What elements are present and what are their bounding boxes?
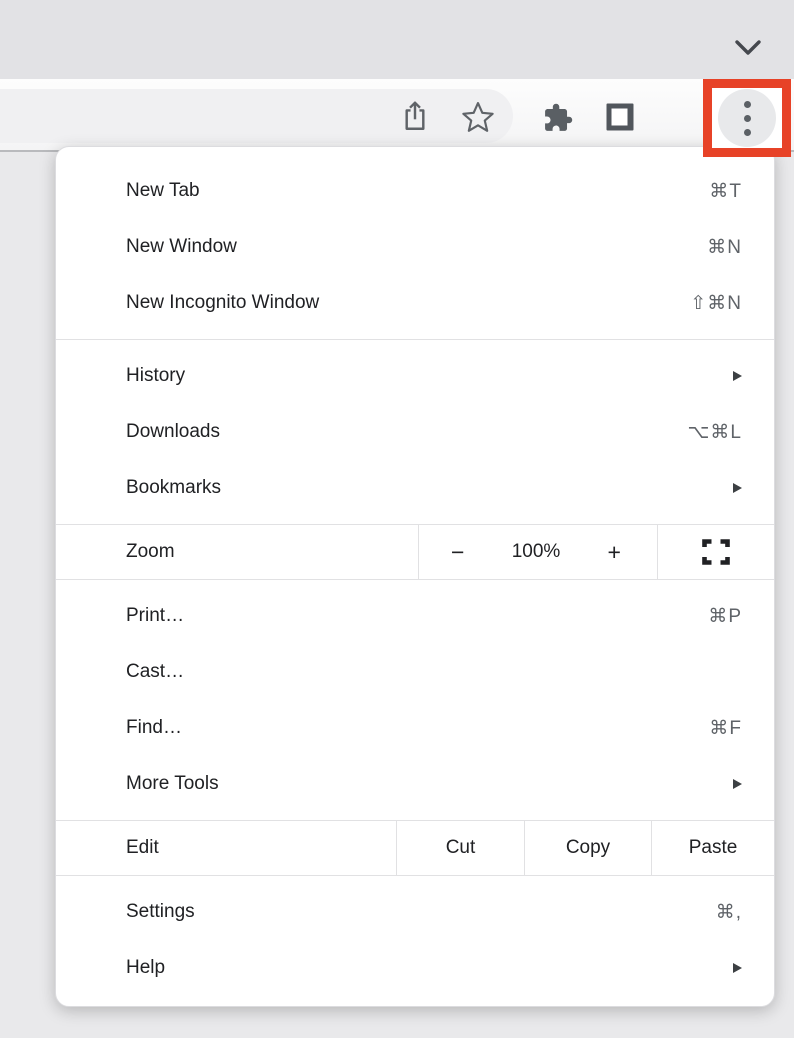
cut-button[interactable]: Cut bbox=[396, 821, 524, 875]
menu-item-label: Bookmarks bbox=[126, 477, 733, 499]
edit-label: Edit bbox=[126, 837, 159, 859]
menu-item-help[interactable]: Help bbox=[56, 940, 774, 996]
browser-toolbar bbox=[0, 79, 794, 152]
submenu-arrow-icon bbox=[733, 963, 742, 973]
zoom-label-cell: Zoom bbox=[56, 525, 418, 579]
fullscreen-icon bbox=[702, 539, 730, 565]
shortcut-label: ⌘, bbox=[716, 901, 742, 924]
menu-item-label: Find… bbox=[126, 717, 709, 739]
menu-item-more-tools[interactable]: More Tools bbox=[56, 756, 774, 812]
tab-strip bbox=[0, 0, 794, 79]
menu-item-new-incognito-window[interactable]: New Incognito Window ⇧⌘N bbox=[56, 275, 774, 331]
zoom-level-value: 100% bbox=[512, 541, 561, 563]
menu-item-label: Cast… bbox=[126, 661, 742, 683]
shortcut-label: ⇧⌘N bbox=[690, 292, 742, 315]
copy-button[interactable]: Copy bbox=[524, 821, 651, 875]
menu-item-label: More Tools bbox=[126, 773, 733, 795]
share-icon[interactable] bbox=[402, 101, 429, 132]
shortcut-label: ⌘F bbox=[709, 717, 742, 740]
menu-item-new-tab[interactable]: New Tab ⌘T bbox=[56, 163, 774, 219]
three-dot-menu-icon[interactable] bbox=[718, 89, 776, 147]
side-panel-icon[interactable] bbox=[607, 104, 634, 131]
menu-item-label: New Window bbox=[126, 236, 707, 258]
menu-item-print[interactable]: Print… ⌘P bbox=[56, 588, 774, 644]
menu-item-downloads[interactable]: Downloads ⌥⌘L bbox=[56, 404, 774, 460]
menu-item-label: Downloads bbox=[126, 421, 688, 443]
menu-item-label: New Incognito Window bbox=[126, 292, 690, 314]
menu-item-label: Settings bbox=[126, 901, 716, 923]
shortcut-label: ⌘N bbox=[707, 236, 742, 259]
menu-item-label: Print… bbox=[126, 605, 708, 627]
edit-label-cell: Edit bbox=[56, 821, 396, 875]
omnibox[interactable] bbox=[0, 89, 513, 143]
submenu-arrow-icon bbox=[733, 371, 742, 381]
shortcut-label: ⌥⌘L bbox=[688, 421, 742, 444]
shortcut-label: ⌘T bbox=[709, 180, 742, 203]
paste-button[interactable]: Paste bbox=[651, 821, 774, 875]
chrome-menu-dropdown: New Tab ⌘T New Window ⌘N New Incognito W… bbox=[55, 146, 775, 1007]
shortcut-label: ⌘P bbox=[708, 605, 742, 628]
menu-item-label: Help bbox=[126, 957, 733, 979]
zoom-out-button[interactable]: − bbox=[451, 541, 464, 564]
menu-item-label: History bbox=[126, 365, 733, 387]
submenu-arrow-icon bbox=[733, 779, 742, 789]
fullscreen-button[interactable] bbox=[657, 525, 774, 579]
zoom-row: Zoom − 100% + bbox=[56, 525, 774, 579]
submenu-arrow-icon bbox=[733, 483, 742, 493]
menu-item-settings[interactable]: Settings ⌘, bbox=[56, 884, 774, 940]
zoom-controls: − 100% + bbox=[418, 525, 657, 579]
menu-item-bookmarks[interactable]: Bookmarks bbox=[56, 460, 774, 516]
menu-item-history[interactable]: History bbox=[56, 348, 774, 404]
menu-item-new-window[interactable]: New Window ⌘N bbox=[56, 219, 774, 275]
star-icon[interactable] bbox=[461, 100, 496, 135]
edit-row: Edit Cut Copy Paste bbox=[56, 821, 774, 875]
menu-button-highlight bbox=[703, 79, 791, 157]
extensions-puzzle-icon[interactable] bbox=[543, 103, 574, 134]
chevron-down-icon[interactable] bbox=[733, 39, 763, 57]
menu-item-find[interactable]: Find… ⌘F bbox=[56, 700, 774, 756]
menu-item-label: New Tab bbox=[126, 180, 709, 202]
menu-item-cast[interactable]: Cast… bbox=[56, 644, 774, 700]
zoom-label: Zoom bbox=[126, 541, 175, 563]
zoom-in-button[interactable]: + bbox=[608, 541, 621, 564]
